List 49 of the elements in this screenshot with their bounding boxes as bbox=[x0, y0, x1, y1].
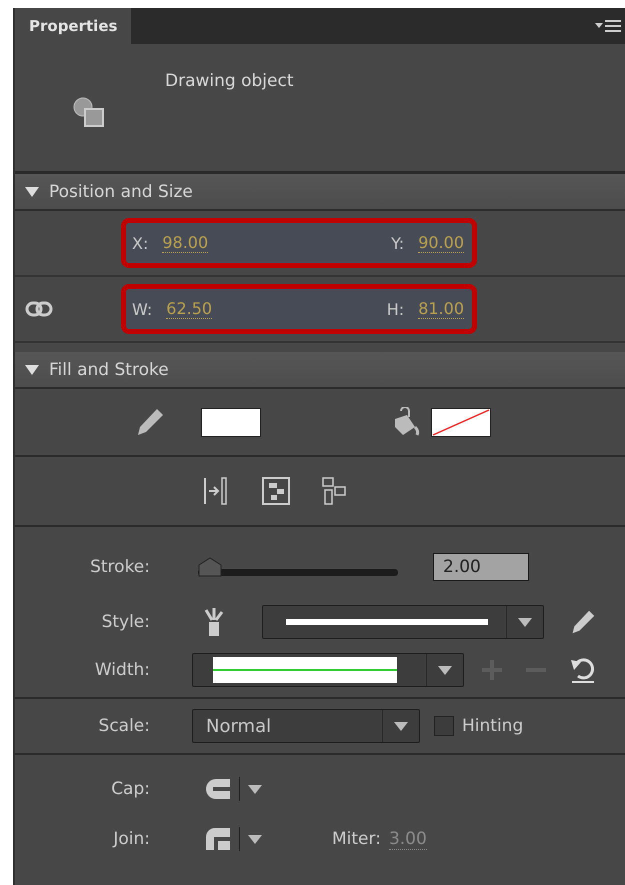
field-label: Y: bbox=[391, 234, 404, 252]
object-type-label: Drawing object bbox=[165, 71, 294, 91]
miter-label: Miter: bbox=[332, 829, 381, 849]
field-label: W: bbox=[132, 300, 152, 318]
scale-dropdown[interactable]: Normal bbox=[192, 709, 420, 743]
slider-thumb[interactable] bbox=[198, 557, 222, 577]
stroke-label: Stroke: bbox=[89, 557, 150, 577]
brush-icon[interactable] bbox=[202, 606, 226, 638]
pencil-icon[interactable] bbox=[135, 407, 165, 437]
width-dropdown[interactable] bbox=[192, 653, 464, 687]
link-icon[interactable] bbox=[25, 301, 53, 317]
caret-icon bbox=[438, 666, 452, 674]
stroke-color-swatch[interactable] bbox=[201, 408, 261, 436]
disclosure-triangle-icon[interactable] bbox=[25, 364, 39, 374]
cap-label: Cap: bbox=[110, 779, 150, 799]
value-field[interactable]: 90.00 bbox=[418, 234, 464, 252]
style-dropdown[interactable] bbox=[262, 605, 544, 639]
field-label: H: bbox=[386, 300, 404, 318]
hinting-label: Hinting bbox=[462, 716, 524, 736]
properties-tab[interactable]: Properties bbox=[15, 8, 132, 44]
disclosure-triangle-icon[interactable] bbox=[25, 186, 39, 196]
scale-label: Scale: bbox=[98, 716, 150, 736]
value-field[interactable]: 81.00 bbox=[418, 300, 464, 318]
section-header[interactable]: Position and Size bbox=[15, 174, 625, 211]
value-field[interactable]: 98.00 bbox=[162, 234, 208, 252]
caret-icon bbox=[394, 722, 408, 730]
style-label: Style: bbox=[100, 612, 150, 632]
reset-icon[interactable] bbox=[570, 656, 596, 684]
panel-menu-icon[interactable] bbox=[595, 19, 621, 33]
round-join-icon[interactable] bbox=[205, 827, 231, 851]
caret-icon bbox=[248, 834, 262, 844]
join-label: Join: bbox=[112, 829, 150, 849]
hinting-checkbox[interactable] bbox=[434, 716, 454, 736]
field-label: X: bbox=[132, 234, 148, 252]
fill-color-swatch[interactable] bbox=[431, 408, 491, 436]
width-profile-icon bbox=[213, 657, 397, 683]
width-label: Width: bbox=[94, 660, 150, 680]
value-field[interactable]: 62.50 bbox=[166, 300, 212, 318]
stroke-slider[interactable] bbox=[198, 556, 398, 578]
stroke-input[interactable]: 2.00 bbox=[433, 553, 529, 581]
section-title: Fill and Stroke bbox=[49, 360, 169, 380]
caret-icon bbox=[518, 618, 532, 626]
pencil-icon[interactable] bbox=[570, 609, 596, 635]
shapes-icon bbox=[73, 97, 105, 127]
caret-icon bbox=[248, 784, 262, 794]
section-title: Position and Size bbox=[49, 182, 193, 202]
section-header[interactable]: Fill and Stroke bbox=[15, 352, 625, 389]
round-cap-icon[interactable] bbox=[205, 778, 231, 800]
distribute-icon[interactable] bbox=[261, 476, 291, 506]
